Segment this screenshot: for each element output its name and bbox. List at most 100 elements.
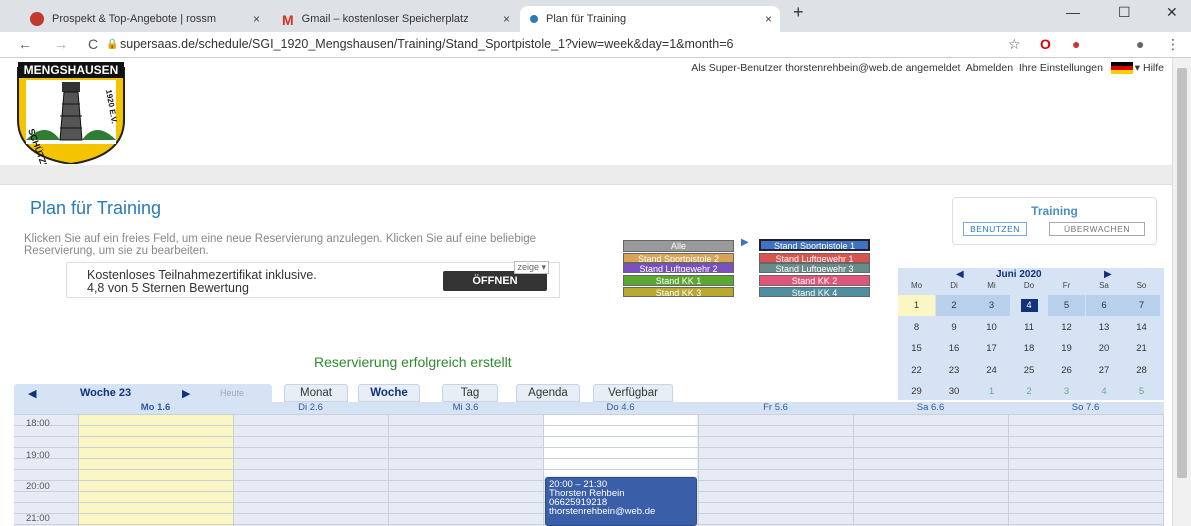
settings-link[interactable]: Ihre Einstellungen (1019, 62, 1103, 74)
opera-icon[interactable]: O (1040, 36, 1051, 52)
day-header[interactable]: Di 2.6 (233, 402, 388, 414)
resource-luftgewehr-2[interactable]: Stand Luftgewehr 2 (623, 263, 734, 273)
profile-avatar-icon[interactable]: ● (1136, 36, 1144, 52)
calendar-date[interactable]: 12 (1048, 317, 1085, 338)
minimize-button[interactable]: — (1066, 4, 1080, 20)
calendar-date[interactable]: 29 (898, 381, 935, 402)
calendar-date[interactable]: 22 (898, 360, 935, 381)
extension-icon[interactable]: ● (1072, 36, 1080, 52)
calendar-date[interactable]: 10 (973, 317, 1010, 338)
reservation-event[interactable]: 20:00 – 21:30 Thorsten Rehbein 066259192… (545, 477, 697, 526)
watch-button[interactable]: ÜBERWACHEN (1049, 222, 1145, 236)
today-button[interactable]: Heute (220, 388, 244, 398)
calendar-date[interactable]: 20 (1086, 338, 1123, 359)
close-tab-icon[interactable]: × (503, 12, 510, 26)
calendar-date[interactable]: 8 (898, 317, 935, 338)
advertisement[interactable]: Kostenloses Teilnahmezertifikat inklusiv… (66, 261, 560, 298)
calendar-date[interactable]: 15 (898, 338, 935, 359)
bookmark-star-icon[interactable]: ☆ (1008, 36, 1021, 53)
day-header[interactable]: Mo 1.6 (78, 402, 233, 414)
browser-tab-gmail[interactable]: M Gmail – kostenloser Speicherplatz × (272, 6, 518, 32)
calendar-date[interactable]: 5 (1123, 381, 1160, 402)
calendar-date[interactable]: 16 (936, 338, 973, 359)
resource-kk-4[interactable]: Stand KK 4 (759, 287, 870, 297)
day-header[interactable]: Do 4.6 (543, 402, 698, 414)
slot-line (14, 436, 1164, 437)
browser-tab-rossmann[interactable]: Prospekt & Top-Angebote | rossm × (20, 6, 268, 32)
calendar-date[interactable]: 1 (973, 381, 1010, 402)
calendar-prev-icon[interactable]: ◀ (956, 269, 964, 280)
calendar-date[interactable]: 3 (1048, 381, 1085, 402)
calendar-date[interactable]: 9 (936, 317, 973, 338)
scrollbar[interactable] (1172, 58, 1191, 526)
maximize-button[interactable]: ☐ (1118, 4, 1131, 21)
calendar-date[interactable]: 23 (936, 360, 973, 381)
calendar-date[interactable]: 1 (898, 295, 935, 316)
scrollbar-thumb[interactable] (1177, 68, 1187, 478)
back-icon[interactable]: ← (18, 36, 32, 52)
close-tab-icon[interactable]: × (765, 12, 772, 26)
help-link[interactable]: Hilfe (1143, 62, 1164, 74)
event-email: thorstenrehbein@web.de (549, 506, 656, 517)
calendar-date[interactable]: 28 (1123, 360, 1160, 381)
day-column-divider (1008, 414, 1009, 526)
reload-icon[interactable]: C (88, 36, 98, 52)
calendar-date[interactable]: 13 (1086, 317, 1123, 338)
calendar-date[interactable]: 27 (1086, 360, 1123, 381)
calendar-date[interactable]: 6 (1085, 295, 1123, 316)
today-column[interactable] (78, 414, 233, 526)
calendar-date[interactable]: 18 (1011, 338, 1048, 359)
tab-monat[interactable]: Monat (284, 384, 348, 402)
calendar-date[interactable]: 4 (1020, 299, 1038, 312)
logout-link[interactable]: Abmelden (966, 62, 1013, 74)
resource-sportpistole-2[interactable]: Stand Sportpistole 2 (623, 253, 734, 263)
close-window-button[interactable]: ✕ (1166, 4, 1178, 21)
resource-kk-1[interactable]: Stand KK 1 (623, 275, 734, 286)
calendar-date[interactable]: 19 (1048, 338, 1085, 359)
calendar-date[interactable]: 21 (1123, 338, 1160, 359)
calendar-date[interactable]: 2 (935, 295, 973, 316)
resource-kk-2[interactable]: Stand KK 2 (759, 275, 870, 286)
calendar-date[interactable]: 24 (973, 360, 1010, 381)
next-week-icon[interactable]: ▶ (182, 387, 190, 400)
calendar-date[interactable]: 14 (1123, 317, 1160, 338)
highlight-column[interactable] (543, 414, 697, 476)
day-header[interactable]: Sa 6.6 (853, 402, 1008, 414)
tab-verfügbar[interactable]: Verfügbar (593, 384, 673, 402)
calendar-date[interactable]: 5 (1048, 295, 1085, 316)
day-header[interactable]: Mi 3.6 (388, 402, 543, 414)
new-tab-button[interactable]: + (793, 2, 804, 23)
chevron-down-icon[interactable]: ▾ (1135, 62, 1140, 74)
menu-dots-icon[interactable]: ⋮ (1166, 36, 1180, 53)
resource-sportpistole-1[interactable]: Stand Sportpistole 1 (759, 239, 870, 251)
prev-week-icon[interactable]: ◀ (28, 387, 36, 400)
day-header[interactable]: Fr 5.6 (698, 402, 853, 414)
calendar-date[interactable]: 17 (973, 338, 1010, 359)
resource-luftgewehr-1[interactable]: Stand Luftgewehr 1 (759, 253, 870, 263)
tab-woche[interactable]: Woche (358, 384, 420, 402)
ad-choice-tag[interactable]: zeige ▾ (514, 261, 549, 274)
calendar-date[interactable]: 2 (1011, 381, 1048, 402)
calendar-date[interactable]: 4 (1086, 381, 1123, 402)
calendar-date[interactable]: 25 (1011, 360, 1048, 381)
tab-tag[interactable]: Tag (442, 384, 498, 402)
forward-icon[interactable]: → (54, 36, 68, 52)
resource-kk-3[interactable]: Stand KK 3 (623, 287, 734, 297)
use-button[interactable]: BENUTZEN (963, 222, 1027, 236)
tab-agenda[interactable]: Agenda (516, 384, 580, 402)
german-flag-icon[interactable] (1110, 62, 1133, 75)
ad-open-button[interactable]: ÖFFNEN (443, 271, 547, 291)
calendar-date[interactable]: 11 (1011, 317, 1048, 338)
calendar-date[interactable]: 7 (1123, 295, 1160, 316)
calendar-date[interactable]: 26 (1048, 360, 1085, 381)
resource-alle[interactable]: Alle (623, 240, 734, 252)
day-header[interactable]: So 7.6 (1008, 402, 1163, 414)
browser-tab-training[interactable]: Plan für Training × (520, 6, 780, 32)
user-bar: Als Super-Benutzer thorstenrehbein@web.d… (691, 62, 1164, 75)
calendar-date[interactable]: 30 (936, 381, 973, 402)
resource-luftgewehr-3[interactable]: Stand Luftgewehr 3 (759, 263, 870, 273)
calendar-date[interactable]: 3 (973, 295, 1010, 316)
calendar-next-icon[interactable]: ▶ (1104, 269, 1112, 280)
close-tab-icon[interactable]: × (253, 12, 260, 26)
url-field[interactable]: supersaas.de/schedule/SGI_1920_Mengshaus… (120, 37, 734, 51)
